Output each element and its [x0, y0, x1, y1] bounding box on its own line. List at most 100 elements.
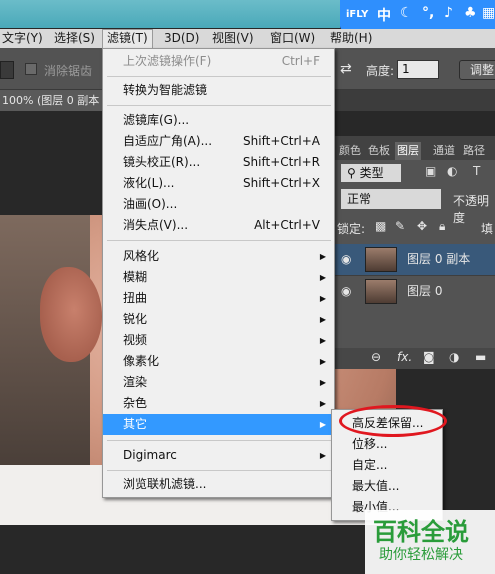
menu-item-label: 模糊	[123, 270, 148, 284]
menu-item-label: 视频	[123, 333, 148, 347]
layer-name[interactable]: 图层 0 副本	[407, 244, 470, 275]
menu-separator	[107, 470, 331, 471]
menu-text[interactable]: 文字(Y)	[0, 29, 47, 48]
menu-item-vanishing-point[interactable]: 消失点(V)... Alt+Ctrl+V	[103, 215, 334, 236]
lock-icon[interactable]: 🔒︎	[439, 219, 445, 234]
group-icon[interactable]: ▬	[475, 350, 486, 364]
shortcut: Shift+Ctrl+X	[243, 176, 320, 190]
lock-label: 锁定:	[337, 222, 366, 236]
submenu-item-custom[interactable]: 自定...	[332, 455, 442, 476]
tab-layers[interactable]: 图层	[395, 142, 421, 160]
menu-item-sharpen[interactable]: 锐化 ▶	[103, 309, 334, 330]
menu-item-label: 滤镜库(G)...	[123, 113, 190, 127]
menu-item-noise[interactable]: 杂色 ▶	[103, 393, 334, 414]
adjustment-icon[interactable]: ◑	[449, 350, 459, 364]
mask-icon[interactable]: ◙	[423, 350, 435, 364]
tab-swatches[interactable]: 色板	[366, 142, 392, 160]
type-filter-icon[interactable]: T	[473, 164, 480, 178]
menu-item-other[interactable]: 其它 ▶	[103, 414, 334, 435]
menu-item-last-filter[interactable]: 上次滤镜操作(F) Ctrl+F	[103, 51, 334, 72]
submenu-arrow-icon: ▶	[319, 451, 326, 460]
menu-item-pixelate[interactable]: 像素化 ▶	[103, 351, 334, 372]
submenu-arrow-icon: ▶	[319, 336, 326, 345]
menu-item-adaptive-wide-angle[interactable]: 自适应广角(A)... Shift+Ctrl+A	[103, 131, 334, 152]
lock-pixels-icon[interactable]: ▩	[375, 219, 386, 233]
antialias-label: 消除锯齿	[44, 64, 93, 78]
menu-separator	[107, 240, 331, 241]
menu-item-digimarc[interactable]: Digimarc ▶	[103, 445, 334, 466]
layers-footer: ⊖ fx. ◙ ◑ ▬	[335, 348, 495, 369]
layer-thumbnail	[365, 247, 397, 272]
layer-row[interactable]: ◉ 图层 0	[335, 275, 495, 306]
watermark-logo: 百科全说 助你轻松解决	[365, 510, 495, 574]
submenu-item-offset[interactable]: 位移...	[332, 434, 442, 455]
menu-item-label: 扭曲	[123, 291, 148, 305]
menu-item-browse-online[interactable]: 浏览联机滤镜...	[103, 474, 334, 495]
menu-item-label: 液化(L)...	[123, 176, 175, 190]
menu-item-lens-correction[interactable]: 镜头校正(R)... Shift+Ctrl+R	[103, 152, 334, 173]
menu-view[interactable]: 视图(V)	[208, 29, 258, 48]
menu-help[interactable]: 帮助(H)	[326, 29, 376, 48]
submenu-arrow-icon: ▶	[319, 420, 326, 429]
menu-item-render[interactable]: 渲染 ▶	[103, 372, 334, 393]
menu-3d[interactable]: 3D(D)	[160, 29, 203, 48]
shortcut: Ctrl+F	[281, 54, 320, 68]
menu-item-oil-paint[interactable]: 油画(O)...	[103, 194, 334, 215]
blend-mode-select[interactable]: 正常	[341, 189, 441, 209]
menu-item-blur[interactable]: 模糊 ▶	[103, 267, 334, 288]
menu-window[interactable]: 窗口(W)	[266, 29, 319, 48]
menu-item-filter-gallery[interactable]: 滤镜库(G)...	[103, 110, 334, 131]
height-input[interactable]: 1	[397, 60, 439, 79]
layer-row[interactable]: ◉ 图层 0 副本	[335, 244, 495, 275]
photo-ear	[40, 267, 102, 362]
menu-separator	[107, 76, 331, 77]
swap-icon[interactable]: ⇄	[340, 61, 352, 77]
submenu-arrow-icon: ▶	[319, 357, 326, 366]
menu-select[interactable]: 选择(S)	[50, 29, 99, 48]
menu-item-distort[interactable]: 扭曲 ▶	[103, 288, 334, 309]
menu-item-label: 油画(O)...	[123, 197, 178, 211]
filter-menu: 上次滤镜操作(F) Ctrl+F 转换为智能滤镜 滤镜库(G)... 自适应广角(…	[102, 48, 335, 498]
fx-icon[interactable]: fx.	[397, 350, 412, 364]
menubar-row: 文字(Y) 选择(S) 滤镜(T) 3D(D) 视图(V) 窗口(W) 帮助(H…	[0, 29, 495, 48]
submenu-arrow-icon: ▶	[319, 252, 326, 261]
menu-item-label: 自适应广角(A)...	[123, 134, 213, 148]
antialias-checkbox[interactable]	[25, 63, 37, 75]
brush-icon[interactable]: ✎	[395, 219, 405, 233]
annotation-circle	[339, 405, 447, 437]
menu-item-smart-filter[interactable]: 转换为智能滤镜	[103, 80, 334, 101]
tab-channels[interactable]: 通道	[431, 142, 457, 160]
menu-item-video[interactable]: 视频 ▶	[103, 330, 334, 351]
menu-item-label: 转换为智能滤镜	[123, 83, 208, 97]
menu-item-label: 上次滤镜操作(F)	[123, 54, 212, 68]
menu-item-label: 杂色	[123, 396, 148, 410]
menu-item-stylize[interactable]: 风格化 ▶	[103, 246, 334, 267]
menu-filter[interactable]: 滤镜(T)	[102, 29, 153, 48]
menu-separator	[107, 105, 331, 106]
move-icon[interactable]: ✥	[417, 219, 427, 233]
document-tab[interactable]: 100% (图层 0 副本	[0, 90, 102, 111]
layer-name[interactable]: 图层 0	[407, 276, 442, 307]
tab-color[interactable]: 颜色	[337, 142, 363, 160]
menu-item-label: 浏览联机滤镜...	[123, 477, 207, 491]
layer-thumbnail	[365, 279, 397, 304]
submenu-item-maximum[interactable]: 最大值...	[332, 476, 442, 497]
submenu-arrow-icon: ▶	[319, 315, 326, 324]
kind-filter-label: 类型	[359, 166, 384, 180]
kind-filter[interactable]: ⚲ 类型	[341, 164, 401, 182]
menu-item-label: 像素化	[123, 354, 160, 368]
submenu-arrow-icon: ▶	[319, 378, 326, 387]
menu-item-liquify[interactable]: 液化(L)... Shift+Ctrl+X	[103, 173, 334, 194]
fill-label: 填	[481, 222, 494, 236]
eye-icon[interactable]: ◉	[341, 244, 351, 275]
adjust-filter-icon[interactable]: ◐	[447, 164, 457, 178]
link-icon[interactable]: ⊖	[371, 350, 381, 364]
tab-paths[interactable]: 路径	[461, 142, 487, 160]
search-icon: ⚲	[347, 166, 356, 180]
image-filter-icon[interactable]: ▣	[425, 164, 436, 178]
height-label: 高度:	[366, 64, 395, 78]
options-field[interactable]	[0, 61, 14, 79]
eye-icon[interactable]: ◉	[341, 276, 351, 307]
adjust-button[interactable]: 调整	[459, 60, 495, 80]
submenu-arrow-icon: ▶	[319, 399, 326, 408]
